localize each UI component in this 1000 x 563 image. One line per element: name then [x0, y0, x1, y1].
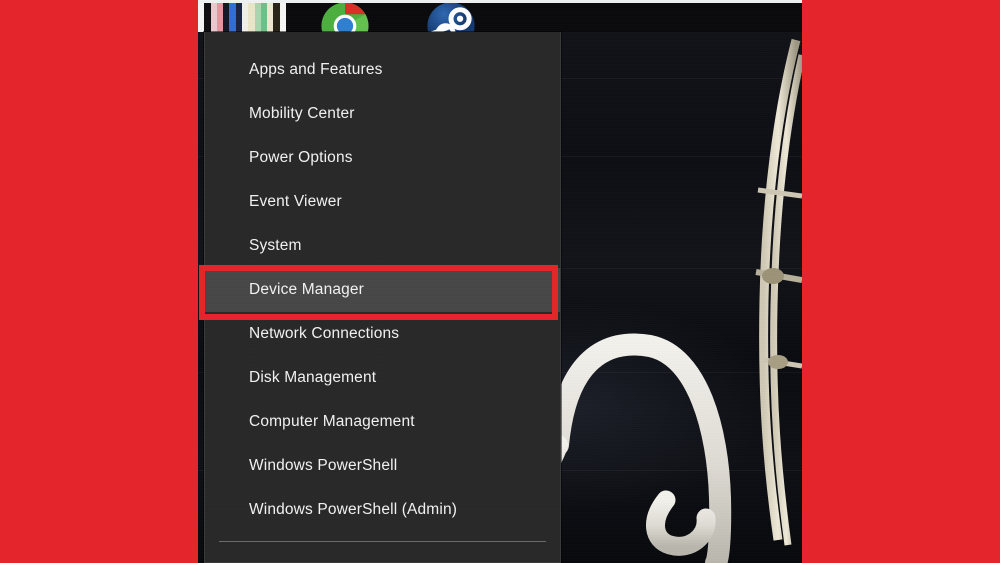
menu-item-device-manager[interactable]: Device Manager	[205, 268, 560, 312]
menu-item-mobility-center[interactable]: Mobility Center	[205, 92, 560, 136]
menu-item-apps-and-features[interactable]: Apps and Features	[205, 48, 560, 92]
menu-item-label: Event Viewer	[249, 193, 342, 210]
menu-item-label: Mobility Center	[249, 105, 355, 122]
menu-item-label: Computer Management	[249, 413, 415, 430]
menu-item-label: Disk Management	[249, 369, 377, 386]
menu-item-label: System	[249, 237, 302, 254]
menu-item-label: Apps and Features	[249, 61, 383, 78]
menu-item-disk-management[interactable]: Disk Management	[205, 356, 560, 400]
menu-item-computer-management[interactable]: Computer Management	[205, 400, 560, 444]
menu-item-power-options[interactable]: Power Options	[205, 136, 560, 180]
menu-item-system[interactable]: System	[205, 224, 560, 268]
menu-item-windows-powershell[interactable]: Windows PowerShell	[205, 444, 560, 488]
menu-item-event-viewer[interactable]: Event Viewer	[205, 180, 560, 224]
menu-item-network-connections[interactable]: Network Connections	[205, 312, 560, 356]
steam-icon[interactable]	[422, 0, 480, 32]
menu-item-label: Windows PowerShell (Admin)	[249, 501, 458, 518]
menu-item-label: Network Connections	[249, 325, 400, 342]
chrome-icon[interactable]	[316, 0, 374, 32]
screenshot-canvas: Apps and Features Mobility Center Power …	[0, 0, 1000, 563]
taskbar[interactable]	[198, 0, 802, 32]
menu-item-label: Windows PowerShell	[249, 457, 398, 474]
win-x-power-user-menu[interactable]: Apps and Features Mobility Center Power …	[204, 32, 561, 563]
menu-separator	[219, 541, 546, 542]
menu-item-label: Device Manager	[249, 281, 364, 298]
menu-item-windows-powershell-admin[interactable]: Windows PowerShell (Admin)	[205, 488, 560, 532]
photos-gallery-icon[interactable]	[198, 3, 286, 32]
screen-content: Apps and Features Mobility Center Power …	[198, 0, 802, 563]
menu-item-label: Power Options	[249, 149, 353, 166]
